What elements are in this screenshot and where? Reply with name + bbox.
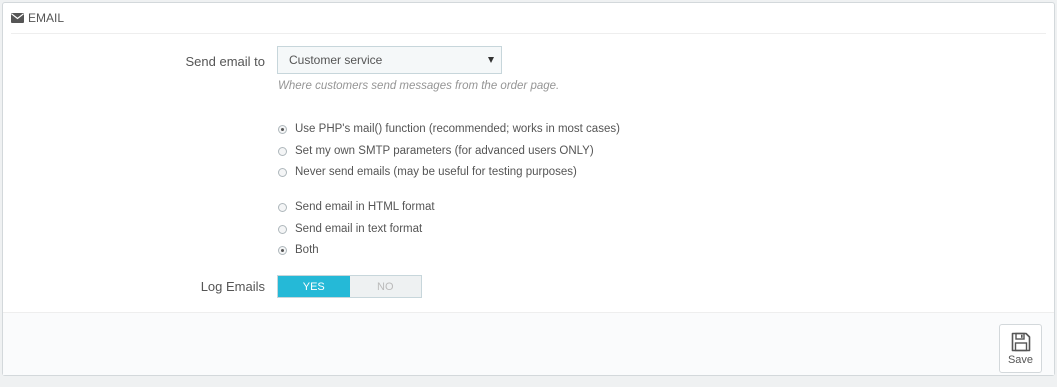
- radio-format-both-label: Both: [295, 244, 319, 256]
- panel-heading: EMAIL: [11, 3, 1046, 34]
- radio-dot: [278, 202, 287, 212]
- radio-format-both[interactable]: Both: [278, 244, 319, 256]
- floppy-disk-icon: [1011, 332, 1031, 352]
- radio-mail-smtp[interactable]: Set my own SMTP parameters (for advanced…: [278, 145, 594, 157]
- save-button[interactable]: Save: [999, 324, 1042, 373]
- envelope-icon: [11, 13, 24, 23]
- log-emails-no[interactable]: NO: [350, 276, 422, 297]
- radio-mail-never[interactable]: Never send emails (may be useful for tes…: [278, 166, 577, 178]
- save-button-label: Save: [1007, 353, 1034, 366]
- send-email-to-label: Send email to: [185, 54, 266, 69]
- radio-format-text-label: Send email in text format: [295, 223, 423, 235]
- log-emails-switch[interactable]: YES NO: [277, 275, 422, 298]
- chevron-down-icon: [488, 57, 494, 63]
- send-email-to-value: Customer service: [289, 53, 383, 67]
- radio-mail-php-label: Use PHP's mail() function (recommended; …: [295, 123, 620, 135]
- log-emails-yes[interactable]: YES: [278, 276, 350, 297]
- radio-mail-smtp-label: Set my own SMTP parameters (for advanced…: [295, 145, 594, 157]
- panel-title: EMAIL: [28, 11, 65, 25]
- radio-format-html[interactable]: Send email in HTML format: [278, 201, 435, 213]
- radio-dot: [278, 245, 287, 255]
- panel-footer: Save: [3, 312, 1054, 375]
- radio-dot: [278, 124, 287, 134]
- radio-format-text[interactable]: Send email in text format: [278, 223, 422, 235]
- log-emails-label: Log Emails: [200, 279, 265, 294]
- radio-mail-never-label: Never send emails (may be useful for tes…: [295, 166, 577, 178]
- radio-dot: [278, 167, 287, 177]
- radio-dot: [278, 224, 287, 234]
- radio-mail-php[interactable]: Use PHP's mail() function (recommended; …: [278, 123, 620, 135]
- send-email-to-help: Where customers send messages from the o…: [278, 80, 560, 92]
- radio-dot: [278, 146, 287, 156]
- radio-format-html-label: Send email in HTML format: [295, 201, 435, 213]
- send-email-to-select[interactable]: Customer service: [277, 46, 502, 74]
- email-panel: EMAIL Send email to Customer service Whe…: [2, 2, 1055, 376]
